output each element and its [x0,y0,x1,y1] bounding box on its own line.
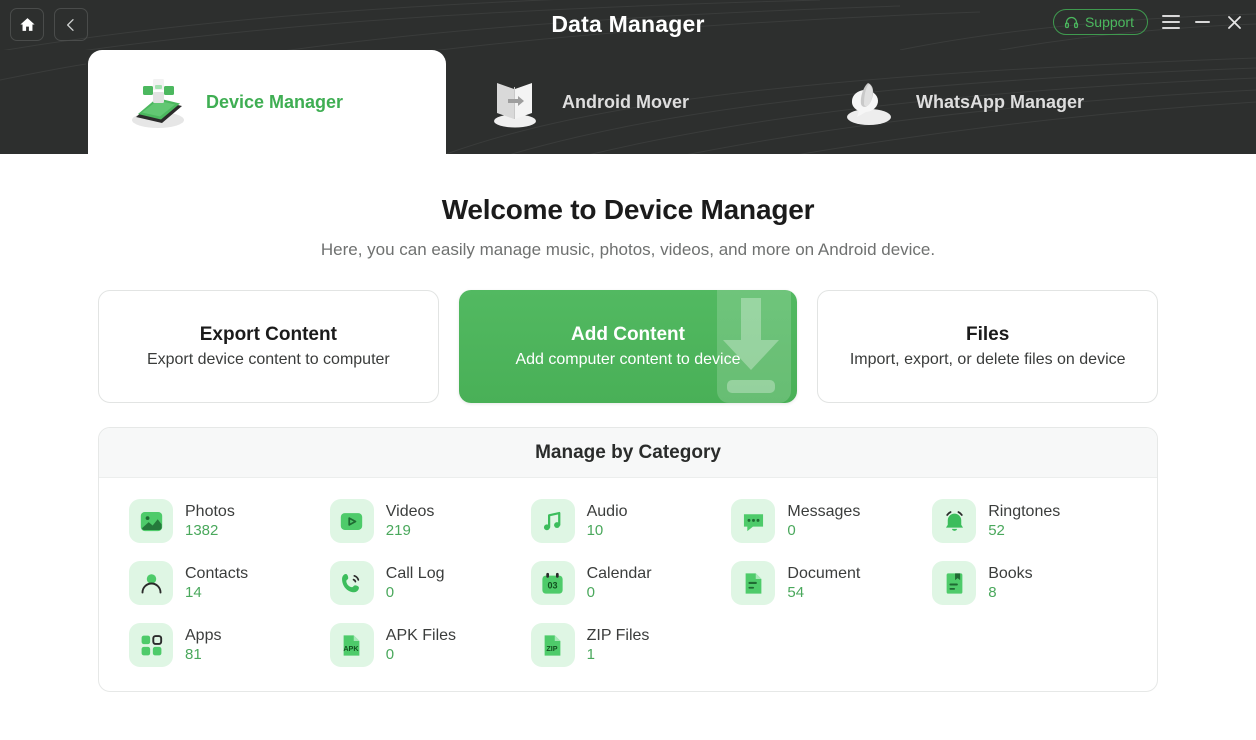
category-label: Messages [787,503,860,521]
add-content-title: Add Content [571,324,685,346]
download-arrow-icon [681,290,797,403]
category-count: 81 [185,647,221,664]
export-content-subtitle: Export device content to computer [147,351,390,369]
svg-text:ZIP: ZIP [546,644,557,653]
add-content-card[interactable]: Add Content Add computer content to devi… [459,290,798,403]
category-label: Calendar [587,565,652,583]
category-label: Audio [587,503,628,521]
manage-by-category-panel: Manage by Category Photos 1382 [98,427,1158,692]
category-count: 8 [988,585,1032,602]
category-count: 10 [587,523,628,540]
home-button[interactable] [10,8,44,41]
apps-grid-icon [129,623,173,667]
export-content-title: Export Content [200,324,337,346]
hamburger-menu-icon[interactable] [1162,15,1180,29]
category-item-apk-files[interactable]: APK APK Files 0 [330,623,531,667]
category-grid: Photos 1382 Videos 219 [99,478,1157,691]
category-label: Contacts [185,565,248,583]
category-label: ZIP Files [587,627,650,645]
apk-file-icon: APK [330,623,374,667]
category-label: APK Files [386,627,456,645]
category-count: 0 [587,585,652,602]
category-item-apps[interactable]: Apps 81 [129,623,330,667]
category-item-photos[interactable]: Photos 1382 [129,499,330,543]
files-card[interactable]: Files Import, export, or delete files on… [817,290,1158,403]
category-item-calendar[interactable]: 03 Calendar 0 [531,561,732,605]
folder-transfer-icon [482,72,548,132]
photo-icon [129,499,173,543]
category-count: 14 [185,585,248,602]
export-content-card[interactable]: Export Content Export device content to … [98,290,439,403]
tab-bar: Device Manager Android Mover [0,50,1256,154]
headset-icon [1064,15,1079,30]
category-count: 1382 [185,523,235,540]
tab-whatsapp-manager-label: WhatsApp Manager [916,92,1084,113]
document-icon [731,561,775,605]
minimize-icon[interactable] [1195,21,1210,23]
bell-icon [932,499,976,543]
tab-device-manager[interactable]: Device Manager [88,50,446,154]
category-count: 52 [988,523,1060,540]
category-item-books[interactable]: Books 8 [932,561,1133,605]
category-label: Ringtones [988,503,1060,521]
message-bubble-icon [731,499,775,543]
panel-header-title: Manage by Category [535,442,721,464]
category-count: 219 [386,523,435,540]
category-label: Document [787,565,860,583]
close-icon[interactable] [1225,13,1244,32]
tab-device-manager-label: Device Manager [206,92,343,113]
category-label: Call Log [386,565,445,583]
calendar-icon: 03 [531,561,575,605]
phone-with-blocks-icon [126,72,192,132]
contact-person-icon [129,561,173,605]
tab-android-mover[interactable]: Android Mover [446,50,816,154]
category-label: Apps [185,627,221,645]
video-play-icon [330,499,374,543]
main-content: Welcome to Device Manager Here, you can … [0,154,1256,740]
files-title: Files [966,324,1009,346]
home-icon [19,16,36,33]
category-label: Photos [185,503,235,521]
tab-android-mover-label: Android Mover [562,92,689,113]
category-label: Books [988,565,1032,583]
category-item-audio[interactable]: Audio 10 [531,499,732,543]
add-content-subtitle: Add computer content to device [515,351,740,369]
category-label: Videos [386,503,435,521]
category-item-call-log[interactable]: Call Log 0 [330,561,531,605]
action-card-row: Export Content Export device content to … [0,290,1256,403]
category-item-document[interactable]: Document 54 [731,561,932,605]
back-chevron-icon [63,17,79,33]
page-title: Welcome to Device Manager [0,154,1256,226]
phone-call-icon [330,561,374,605]
page-subtitle: Here, you can easily manage music, photo… [0,240,1256,260]
category-count: 0 [787,523,860,540]
svg-text:APK: APK [344,644,360,653]
category-count: 54 [787,585,860,602]
category-item-zip-files[interactable]: ZIP ZIP Files 1 [531,623,732,667]
tab-whatsapp-manager[interactable]: WhatsApp Manager [816,50,1196,154]
support-button[interactable]: Support [1053,9,1148,35]
category-item-messages[interactable]: Messages 0 [731,499,932,543]
category-item-videos[interactable]: Videos 219 [330,499,531,543]
music-note-icon [531,499,575,543]
whatsapp-bubble-icon [836,72,902,132]
title-bar: Data Manager Support [0,0,1256,50]
category-item-ringtones[interactable]: Ringtones 52 [932,499,1133,543]
support-label: Support [1085,14,1134,30]
category-count: 0 [386,647,456,664]
back-button[interactable] [54,8,88,41]
files-subtitle: Import, export, or delete files on devic… [850,351,1126,369]
category-count: 1 [587,647,650,664]
book-icon [932,561,976,605]
category-item-contacts[interactable]: Contacts 14 [129,561,330,605]
svg-text:03: 03 [548,580,558,590]
panel-header: Manage by Category [99,428,1157,478]
zip-file-icon: ZIP [531,623,575,667]
category-count: 0 [386,585,445,602]
